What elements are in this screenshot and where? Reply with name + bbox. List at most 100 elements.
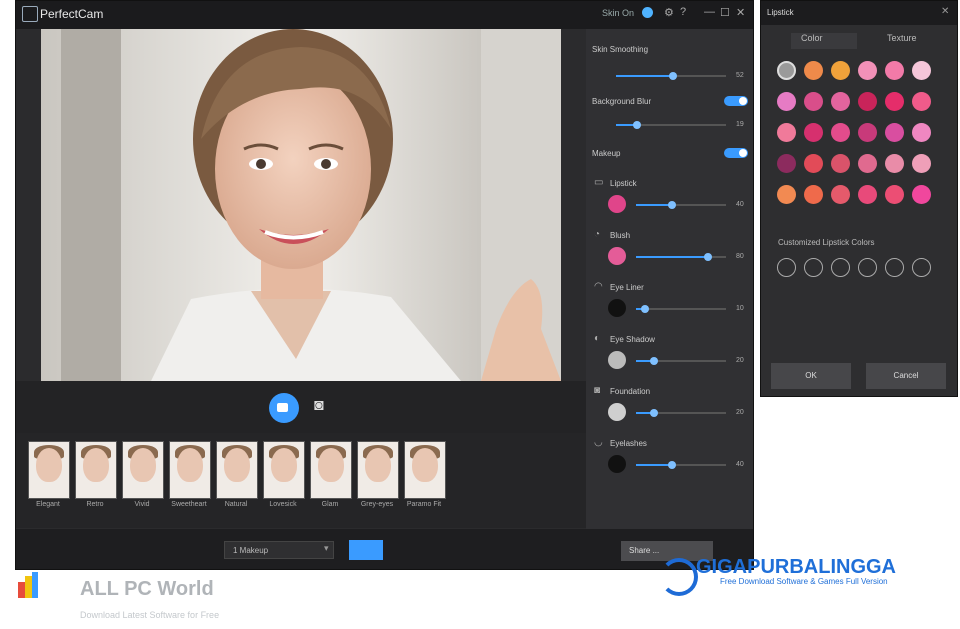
eyeliner-icon: ◠: [594, 281, 603, 292]
app-logo-icon: [22, 6, 38, 22]
makeup-item-label: Blush: [610, 231, 631, 240]
skin-smoothing-knob[interactable]: [669, 72, 678, 80]
makeup-intensity-knob[interactable]: [650, 357, 658, 365]
preset-thumbnail[interactable]: [357, 441, 399, 499]
lipstick-color-swatch[interactable]: [885, 61, 904, 80]
makeup-item-label: Eye Shadow: [610, 335, 655, 344]
makeup-intensity-knob[interactable]: [668, 201, 676, 209]
custom-color-slot[interactable]: [831, 258, 850, 277]
makeup-color-swatch[interactable]: [608, 351, 626, 369]
app-title: PerfectCam: [40, 7, 104, 21]
allpc-logo-icon: [18, 572, 38, 598]
lipstick-color-swatch[interactable]: [804, 92, 823, 111]
lipstick-color-swatch[interactable]: [777, 123, 796, 142]
makeup-intensity-slider[interactable]: [636, 308, 726, 310]
lipstick-color-swatch[interactable]: [912, 92, 931, 111]
preset-select[interactable]: 1 Makeup: [224, 541, 334, 559]
makeup-intensity-knob[interactable]: [641, 305, 649, 313]
lipstick-color-swatch[interactable]: [912, 61, 931, 80]
lipstick-color-swatch[interactable]: [912, 185, 931, 204]
lipstick-color-swatch[interactable]: [831, 61, 850, 80]
lipstick-color-swatch[interactable]: [831, 154, 850, 173]
preset-thumbnail[interactable]: [404, 441, 446, 499]
preset-face: [318, 448, 344, 482]
lipstick-color-swatch[interactable]: [831, 123, 850, 142]
lipstick-color-swatch[interactable]: [858, 123, 877, 142]
background-blur-knob[interactable]: [632, 121, 641, 129]
lipstick-color-swatch[interactable]: [858, 185, 877, 204]
cancel-button[interactable]: Cancel: [866, 363, 946, 389]
custom-color-slot[interactable]: [912, 258, 931, 277]
tab-texture[interactable]: Texture: [887, 33, 917, 43]
lipstick-color-swatch[interactable]: [885, 123, 904, 142]
lipstick-color-swatch[interactable]: [777, 185, 796, 204]
close-button[interactable]: ✕: [736, 6, 745, 19]
apply-button[interactable]: [349, 540, 383, 560]
background-blur-toggle[interactable]: [724, 96, 748, 106]
makeup-toggle[interactable]: [724, 148, 748, 158]
preset-label: Natural: [224, 501, 248, 508]
preset-thumbnail[interactable]: [122, 441, 164, 499]
makeup-intensity-value: 20: [736, 357, 744, 364]
preset-thumbnail[interactable]: [75, 441, 117, 499]
settings-icon[interactable]: ⚙: [664, 6, 674, 19]
lipstick-color-swatch[interactable]: [804, 185, 823, 204]
makeup-intensity-value: 10: [736, 305, 744, 312]
custom-color-slot[interactable]: [804, 258, 823, 277]
preset-label: Retro: [86, 501, 104, 508]
makeup-intensity-fill: [636, 464, 672, 466]
makeup-color-swatch[interactable]: [608, 403, 626, 421]
skin-smoothing-label: Skin Smoothing: [592, 45, 649, 54]
perfectcam-window: PerfectCam Skin On ⚙ ? — ☐ ✕ ◙ 1 Makeup …: [15, 0, 754, 570]
preset-thumbnail[interactable]: [263, 441, 305, 499]
custom-color-slot[interactable]: [885, 258, 904, 277]
lipstick-color-swatch[interactable]: [804, 61, 823, 80]
lipstick-color-swatch[interactable]: [831, 92, 850, 111]
chevron-down-icon: ▾: [324, 543, 329, 553]
lipstick-color-swatch[interactable]: [777, 154, 796, 173]
custom-color-slot[interactable]: [777, 258, 796, 277]
help-icon[interactable]: ?: [680, 6, 686, 18]
giga-watermark-title: GIGAPURBALINGGA: [696, 556, 896, 578]
preset-thumbnail[interactable]: [28, 441, 70, 499]
lipstick-color-swatch[interactable]: [858, 154, 877, 173]
lipstick-color-swatch[interactable]: [885, 92, 904, 111]
lipstick-color-swatch[interactable]: [777, 92, 796, 111]
preset-thumbnail[interactable]: [216, 441, 258, 499]
custom-color-slot[interactable]: [858, 258, 877, 277]
snapshot-camera-icon[interactable]: ◙: [314, 397, 324, 415]
close-icon[interactable]: ✕: [941, 6, 949, 17]
lipstick-color-swatch[interactable]: [885, 185, 904, 204]
makeup-intensity-knob[interactable]: [704, 253, 712, 261]
lipstick-color-swatch[interactable]: [885, 154, 904, 173]
preset-label: Sweetheart: [171, 501, 207, 508]
lipstick-color-swatch[interactable]: [777, 61, 796, 80]
makeup-color-swatch[interactable]: [608, 299, 626, 317]
makeup-color-swatch[interactable]: [608, 195, 626, 213]
preset-thumbnail[interactable]: [169, 441, 211, 499]
makeup-color-swatch[interactable]: [608, 247, 626, 265]
camera-preview: [41, 29, 561, 381]
lipstick-color-swatch[interactable]: [831, 185, 850, 204]
lipstick-icon: ▭: [594, 177, 604, 188]
lipstick-color-swatch[interactable]: [804, 123, 823, 142]
skin-toggle[interactable]: [642, 7, 653, 18]
lipstick-color-swatch[interactable]: [804, 154, 823, 173]
lipstick-color-swatch[interactable]: [858, 61, 877, 80]
makeup-intensity-knob[interactable]: [650, 409, 658, 417]
makeup-color-swatch[interactable]: [608, 455, 626, 473]
ok-button[interactable]: OK: [771, 363, 851, 389]
video-camera-button[interactable]: [269, 393, 299, 423]
preset-face: [130, 448, 156, 482]
makeup-intensity-knob[interactable]: [668, 461, 676, 469]
lipstick-color-swatch[interactable]: [912, 123, 931, 142]
minimize-button[interactable]: —: [704, 6, 715, 18]
preset-thumbnail[interactable]: [310, 441, 352, 499]
makeup-intensity-value: 40: [736, 201, 744, 208]
maximize-button[interactable]: ☐: [720, 6, 730, 19]
preset-face: [83, 448, 109, 482]
lipstick-color-swatch[interactable]: [858, 92, 877, 111]
tab-color[interactable]: Color: [801, 33, 823, 43]
lipstick-color-swatch[interactable]: [912, 154, 931, 173]
allpc-watermark-subtitle: Download Latest Software for Free: [80, 610, 220, 620]
